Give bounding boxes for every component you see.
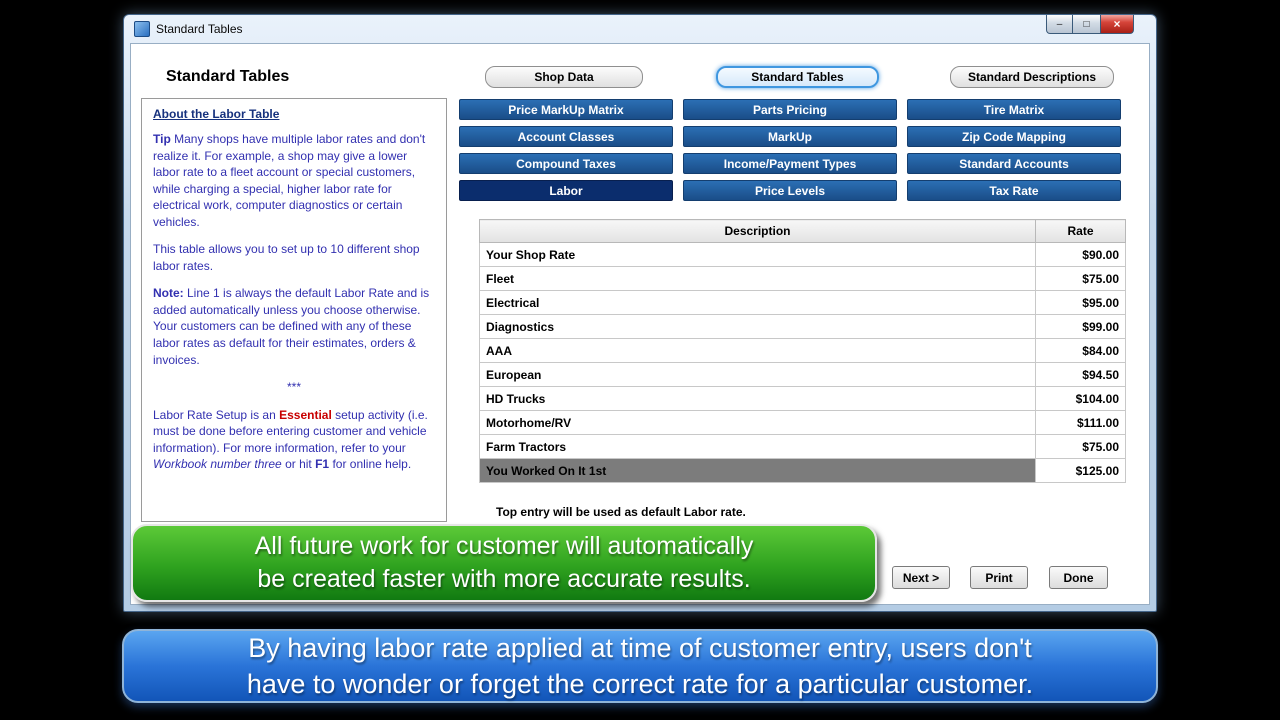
table-row[interactable]: HD Trucks $104.00 bbox=[479, 386, 1126, 411]
app-icon bbox=[134, 21, 150, 37]
print-button[interactable]: Print bbox=[970, 566, 1028, 589]
button-tire-matrix[interactable]: Tire Matrix bbox=[907, 99, 1121, 120]
close-icon[interactable]: × bbox=[1100, 15, 1134, 34]
button-tax-rate[interactable]: Tax Rate bbox=[907, 180, 1121, 201]
table-row[interactable]: Diagnostics $99.00 bbox=[479, 314, 1126, 339]
button-income-payment-types[interactable]: Income/Payment Types bbox=[683, 153, 897, 174]
table-row[interactable]: Farm Tractors $75.00 bbox=[479, 434, 1126, 459]
about-essential-paragraph: Labor Rate Setup is an Essential setup a… bbox=[153, 407, 428, 472]
button-price-levels[interactable]: Price Levels bbox=[683, 180, 897, 201]
about-note-paragraph: Note: Line 1 is always the default Labor… bbox=[153, 286, 430, 367]
tip-label: Tip bbox=[153, 132, 171, 146]
tab-standard-tables[interactable]: Standard Tables bbox=[716, 66, 879, 88]
titlebar[interactable]: Standard Tables bbox=[124, 15, 1156, 43]
workbook-label: Workbook number three bbox=[153, 457, 282, 472]
essential-label: Essential bbox=[279, 407, 332, 422]
blue-caption-line1: By having labor rate applied at time of … bbox=[248, 633, 1032, 663]
button-zip-code-mapping[interactable]: Zip Code Mapping bbox=[907, 126, 1121, 147]
window-title: Standard Tables bbox=[156, 22, 243, 36]
page-title: Standard Tables bbox=[166, 68, 290, 85]
about-allows-paragraph: This table allows you to set up to 10 di… bbox=[153, 242, 420, 273]
table-row[interactable]: Electrical $95.00 bbox=[479, 290, 1126, 315]
f1-label: F1 bbox=[315, 457, 330, 472]
table-row[interactable]: Fleet $75.00 bbox=[479, 266, 1126, 291]
blue-caption-bubble: By having labor rate applied at time of … bbox=[122, 629, 1158, 703]
next-button[interactable]: Next > bbox=[892, 566, 950, 589]
button-parts-pricing[interactable]: Parts Pricing bbox=[683, 99, 897, 120]
button-standard-accounts[interactable]: Standard Accounts bbox=[907, 153, 1121, 174]
maximize-icon[interactable]: □ bbox=[1073, 15, 1100, 34]
button-compound-taxes[interactable]: Compound Taxes bbox=[459, 153, 673, 174]
app-window: Standard Tables – □ × Standard Tables Sh… bbox=[123, 14, 1157, 612]
done-button[interactable]: Done bbox=[1049, 566, 1108, 589]
column-header-description: Description bbox=[479, 219, 1036, 243]
green-callout-line2: be created faster with more accurate res… bbox=[257, 565, 751, 593]
table-row[interactable]: AAA $84.00 bbox=[479, 338, 1126, 363]
about-separator: *** bbox=[286, 380, 301, 395]
minimize-icon[interactable]: – bbox=[1046, 15, 1073, 34]
column-header-rate: Rate bbox=[1035, 219, 1126, 243]
note-label: Note: bbox=[153, 286, 184, 301]
default-rate-note: Top entry will be used as default Labor … bbox=[496, 505, 746, 519]
about-tip-paragraph: Tip Many shops have multiple labor rates… bbox=[153, 132, 426, 229]
labor-rate-table: Description Rate Your Shop Rate $90.00 Fl… bbox=[479, 219, 1126, 483]
tab-shop-data[interactable]: Shop Data bbox=[485, 66, 643, 88]
blue-caption-line2: have to wonder or forget the correct rat… bbox=[246, 669, 1034, 699]
table-header-row: Description Rate bbox=[479, 219, 1126, 243]
window-controls: – □ × bbox=[1046, 15, 1134, 34]
table-row[interactable]: Motorhome/RV $111.00 bbox=[479, 410, 1126, 435]
green-callout-bubble: All future work for customer will automa… bbox=[131, 524, 877, 602]
button-markup[interactable]: MarkUp bbox=[683, 126, 897, 147]
green-callout-line1: All future work for customer will automa… bbox=[254, 532, 754, 560]
table-row-selected[interactable]: You Worked On It 1st $125.00 bbox=[479, 458, 1126, 483]
tab-standard-descriptions[interactable]: Standard Descriptions bbox=[950, 66, 1114, 88]
button-account-classes[interactable]: Account Classes bbox=[459, 126, 673, 147]
table-row[interactable]: European $94.50 bbox=[479, 362, 1126, 387]
about-panel-header: About the Labor Table bbox=[153, 107, 280, 121]
category-button-grid: Price MarkUp Matrix Parts Pricing Tire M… bbox=[459, 99, 1121, 201]
button-labor[interactable]: Labor bbox=[459, 180, 673, 201]
about-labor-table-panel: About the Labor Table Tip Many shops hav… bbox=[141, 98, 447, 522]
button-price-markup-matrix[interactable]: Price MarkUp Matrix bbox=[459, 99, 673, 120]
table-row[interactable]: Your Shop Rate $90.00 bbox=[479, 242, 1126, 267]
